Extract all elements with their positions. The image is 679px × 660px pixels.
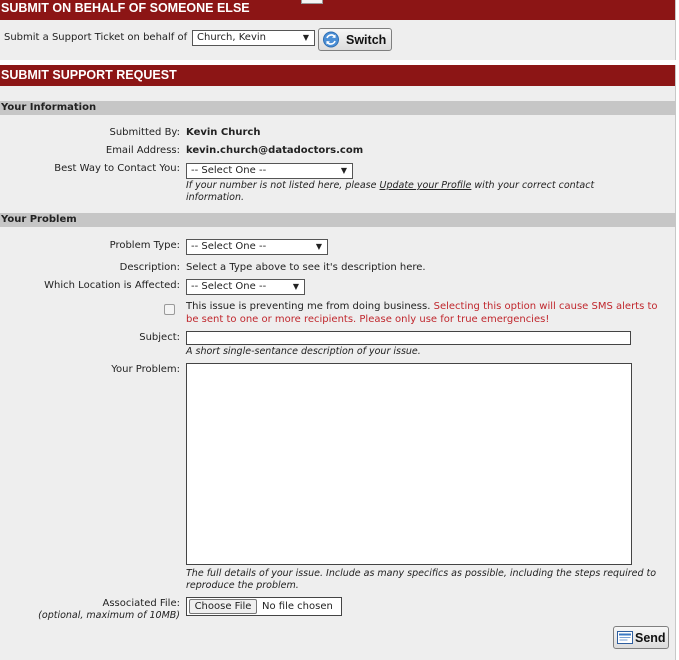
contact-method-value: -- Select One -- <box>191 165 267 176</box>
problem-type-value: -- Select One -- <box>191 241 267 252</box>
subject-note: A short single-sentance description of y… <box>186 346 421 357</box>
chevron-down-icon: ▼ <box>292 282 299 291</box>
your-information-section: Your Information <box>0 101 676 115</box>
envelope-icon <box>617 631 633 647</box>
update-profile-link[interactable]: Update your Profile <box>380 180 472 191</box>
chevron-down-icon: ▼ <box>315 242 322 251</box>
business-impact-checkbox[interactable] <box>164 304 175 315</box>
problem-details-textarea[interactable] <box>186 363 632 565</box>
support-request-title: SUBMIT SUPPORT REQUEST <box>1 68 177 82</box>
on-behalf-label: Submit a Support Ticket on behalf of <box>4 32 188 43</box>
submitted-by-value: Kevin Church <box>186 127 261 138</box>
subject-label: Subject: <box>139 332 180 343</box>
location-select[interactable]: -- Select One -- ▼ <box>186 279 305 295</box>
on-behalf-user-select[interactable]: Church, Kevin ▼ <box>192 30 315 46</box>
problem-details-label: Your Problem: <box>111 364 180 375</box>
choose-file-button[interactable]: Choose File <box>189 599 257 614</box>
on-behalf-panel: SUBMIT ON BEHALF OF SOMEONE ELSE Submit … <box>0 0 676 60</box>
contact-note-text: If your number is not listed here, pleas… <box>186 180 377 191</box>
problem-type-label: Problem Type: <box>109 240 180 251</box>
your-problem-section: Your Problem <box>0 213 676 227</box>
email-label: Email Address: <box>105 145 180 156</box>
your-information-title: Your Information <box>1 102 97 113</box>
file-input[interactable]: Choose File No file chosen <box>186 597 342 616</box>
location-label: Which Location is Affected: <box>44 280 180 291</box>
on-behalf-header: SUBMIT ON BEHALF OF SOMEONE ELSE <box>0 0 675 20</box>
refresh-icon <box>322 31 340 51</box>
send-button[interactable]: Send <box>613 626 669 649</box>
file-note: (optional, maximum of 10MB) <box>38 610 180 621</box>
subject-input[interactable] <box>186 331 631 345</box>
support-request-panel: SUBMIT SUPPORT REQUEST Your Information … <box>0 65 676 660</box>
chevron-down-icon: ▼ <box>340 166 347 175</box>
file-status: No file chosen <box>262 601 333 612</box>
chevron-down-icon: ▼ <box>302 33 309 42</box>
support-request-header: SUBMIT SUPPORT REQUEST <box>0 65 675 86</box>
switch-label: Switch <box>346 33 387 47</box>
send-label: Send <box>635 631 666 645</box>
your-problem-title: Your Problem <box>1 214 77 225</box>
on-behalf-title: SUBMIT ON BEHALF OF SOMEONE ELSE <box>1 1 250 15</box>
problem-details-note: The full details of your issue. Include … <box>186 568 657 591</box>
submitted-by-label: Submitted By: <box>109 127 181 138</box>
contact-method-label: Best Way to Contact You: <box>54 163 180 174</box>
description-value: Select a Type above to see it's descript… <box>186 262 426 273</box>
contact-method-select[interactable]: -- Select One -- ▼ <box>186 163 353 179</box>
on-behalf-user-value: Church, Kevin <box>197 32 266 43</box>
header-tab <box>301 0 323 4</box>
file-label: Associated File: <box>102 598 181 609</box>
contact-note: If your number is not listed here, pleas… <box>186 180 636 204</box>
email-value: kevin.church@datadoctors.com <box>186 145 364 156</box>
switch-button[interactable]: Switch <box>318 28 392 51</box>
business-impact-text: This issue is preventing me from doing b… <box>186 301 666 326</box>
problem-type-select[interactable]: -- Select One -- ▼ <box>186 239 328 255</box>
business-impact-label: This issue is preventing me from doing b… <box>186 301 431 312</box>
description-label: Description: <box>119 262 180 273</box>
location-value: -- Select One -- <box>191 281 267 292</box>
